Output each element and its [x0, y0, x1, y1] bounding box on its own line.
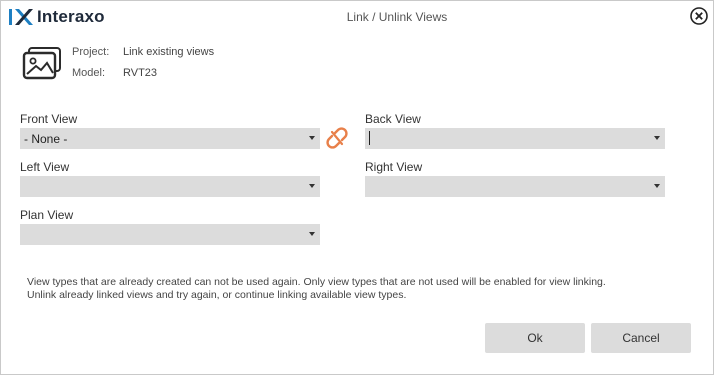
right-view-select[interactable]: [365, 176, 665, 197]
close-icon[interactable]: [689, 6, 709, 26]
chevron-down-icon: [309, 136, 315, 140]
cancel-button[interactable]: Cancel: [591, 323, 691, 353]
plan-view-label: Plan View: [20, 208, 74, 222]
front-view-label: Front View: [20, 112, 78, 126]
project-value: Link existing views: [123, 46, 215, 58]
info-note-line-2: Unlink already linked views and try agai…: [27, 289, 407, 301]
front-view-value: - None -: [24, 132, 68, 146]
link-unlink-dialog: Interaxo Link / Unlink Views Project: Li…: [0, 0, 714, 375]
text-cursor: [369, 131, 370, 145]
chevron-down-icon: [309, 232, 315, 236]
back-view-label: Back View: [365, 112, 421, 126]
chevron-down-icon: [654, 184, 660, 188]
info-note: View types that are already created can …: [27, 276, 697, 302]
info-note-line-1: View types that are already created can …: [27, 276, 606, 288]
left-view-label: Left View: [20, 160, 70, 174]
model-value: RVT23: [123, 67, 158, 79]
dialog-title: Link / Unlink Views: [346, 10, 448, 24]
chevron-down-icon: [309, 184, 315, 188]
image-gallery-icon: [22, 47, 61, 80]
ok-button[interactable]: Ok: [485, 323, 585, 353]
front-view-select[interactable]: - None -: [20, 128, 320, 149]
back-view-select[interactable]: [365, 128, 665, 149]
chevron-down-icon: [654, 136, 660, 140]
broken-link-icon[interactable]: [326, 127, 348, 149]
left-view-select[interactable]: [20, 176, 320, 197]
model-label: Model:: [72, 67, 106, 79]
right-view-label: Right View: [365, 160, 423, 174]
plan-view-select[interactable]: [20, 224, 320, 245]
project-label: Project:: [72, 46, 110, 58]
